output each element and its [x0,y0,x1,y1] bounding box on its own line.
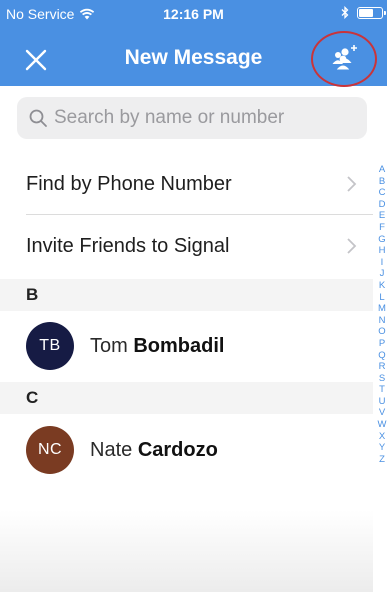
avatar: TB [26,322,74,370]
index-letter[interactable]: C [377,187,387,199]
chevron-right-icon [347,176,357,192]
contact-last-name: Bombadil [133,334,225,357]
index-letter[interactable]: P [377,338,387,350]
index-letter[interactable]: N [377,315,387,327]
section-header-b: B [0,279,373,311]
index-letter[interactable]: S [377,373,387,385]
index-letter[interactable]: M [377,303,387,315]
index-letter[interactable]: G [377,234,387,246]
index-letter[interactable]: K [377,280,387,292]
contact-row-tom-bombadil[interactable]: TB Tom Bombadil [0,315,373,377]
contact-last-name: Cardozo [137,438,218,461]
contact-row-nate-cardozo[interactable]: NC Nate Cardozo [0,419,373,481]
index-letter[interactable]: E [377,210,387,222]
section-header-c: C [0,382,373,414]
index-letter[interactable]: Y [377,442,387,454]
search-box[interactable] [17,97,367,139]
index-letter[interactable]: O [377,326,387,338]
find-by-phone-label: Find by Phone Number [26,172,232,195]
index-letter[interactable]: B [377,176,387,188]
index-letter[interactable]: A [377,164,387,176]
index-letter[interactable]: Z [377,454,387,466]
find-by-phone-row[interactable]: Find by Phone Number [0,153,373,215]
contact-first-name: Tom [90,334,128,357]
invite-friends-row[interactable]: Invite Friends to Signal [0,215,373,277]
index-letter[interactable]: D [377,199,387,211]
status-time: 12:16 PM [163,6,224,22]
contact-name: Nate Cardozo [90,439,218,462]
index-letter[interactable]: W [377,419,387,431]
highlight-annotation [311,31,377,87]
index-letter[interactable]: Q [377,350,387,362]
avatar: NC [26,426,74,474]
bottom-fade [0,510,373,592]
contact-first-name: Nate [90,438,133,461]
bluetooth-icon [341,6,349,19]
status-bar: No Service 12:16 PM [0,0,387,26]
index-letter[interactable]: H [377,245,387,257]
index-letter[interactable]: L [377,292,387,304]
index-letter[interactable]: I [377,257,387,269]
search-input[interactable] [54,107,354,129]
chevron-right-icon [347,238,357,254]
index-letter[interactable]: U [377,396,387,408]
contact-name: Tom Bombadil [90,335,224,358]
battery-icon [357,6,386,19]
alphabet-index[interactable]: ABCDEFGHIJKLMNOPQRSTUVWXYZ [377,164,387,465]
invite-friends-label: Invite Friends to Signal [26,234,230,257]
index-letter[interactable]: F [377,222,387,234]
index-letter[interactable]: V [377,407,387,419]
index-letter[interactable]: R [377,361,387,373]
index-letter[interactable]: J [377,268,387,280]
index-letter[interactable]: T [377,384,387,396]
index-letter[interactable]: X [377,431,387,443]
search-icon [29,109,47,127]
status-right [341,6,386,19]
